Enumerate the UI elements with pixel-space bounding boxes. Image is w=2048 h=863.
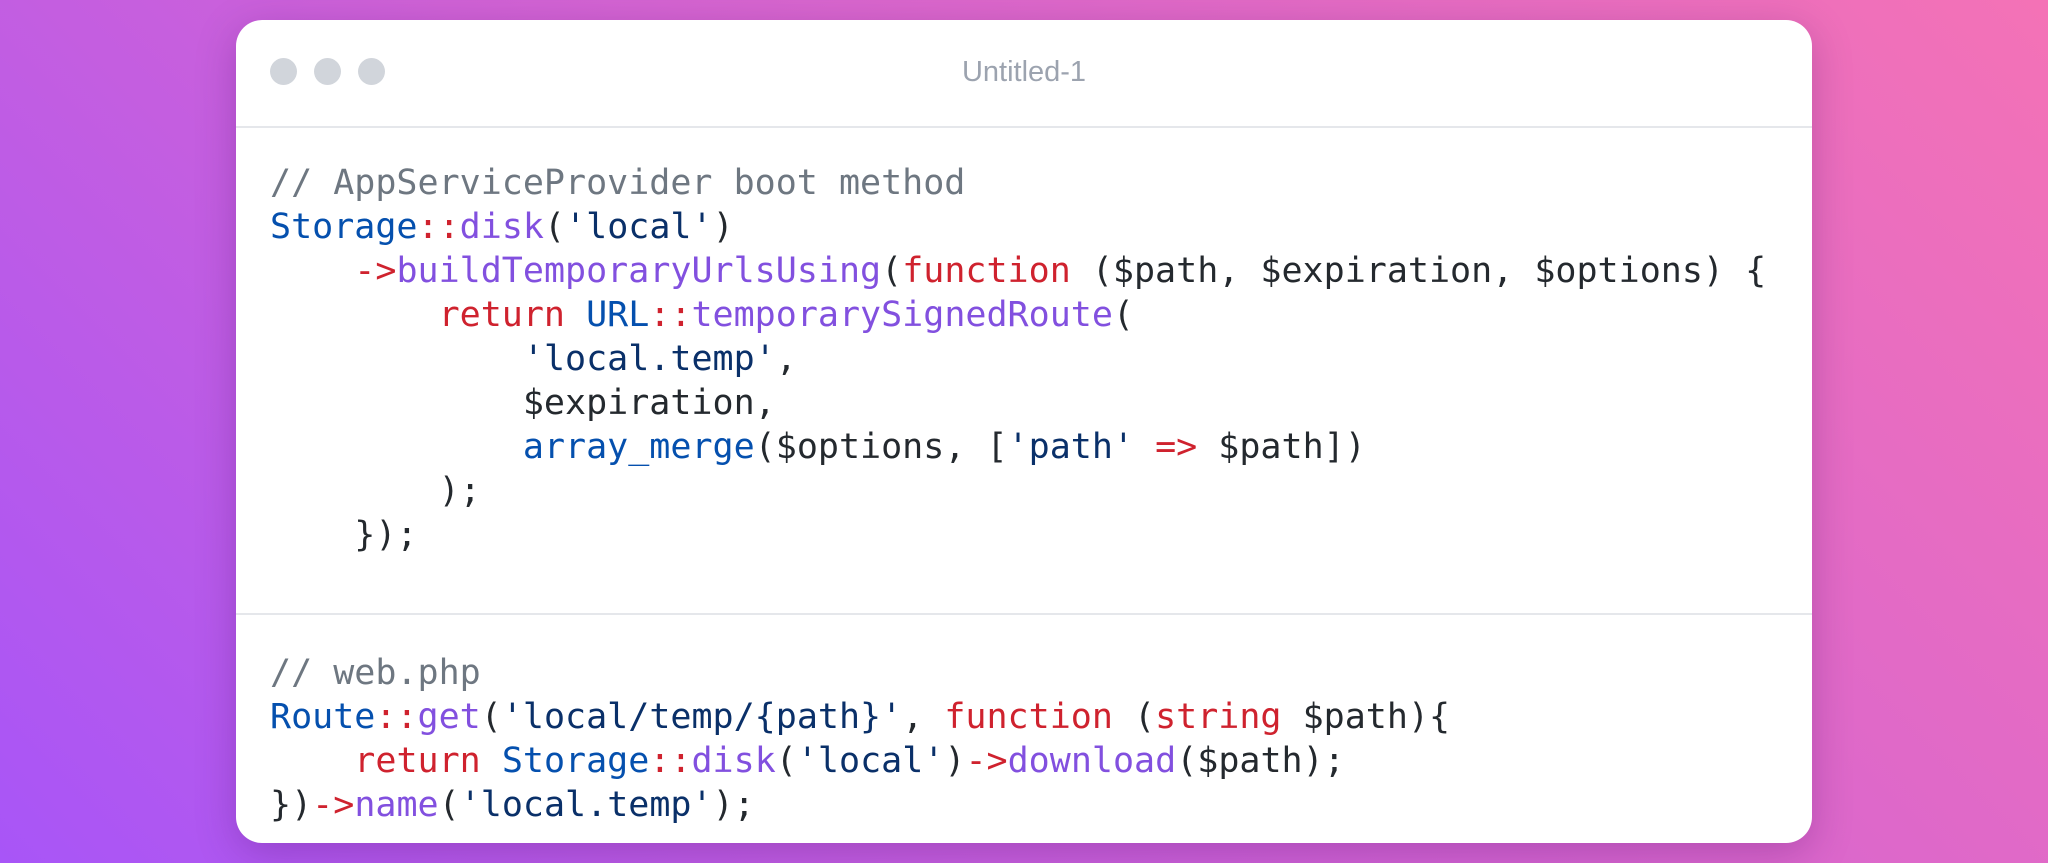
title-bar: Untitled-1	[236, 20, 1812, 128]
code-line: ->buildTemporaryUrlsUsing(function ($pat…	[270, 249, 1766, 293]
code-token: function	[902, 251, 1071, 291]
code-line: 'local.temp',	[270, 337, 1766, 381]
code-line: });	[270, 513, 1766, 557]
code-token: (	[543, 207, 566, 247]
code-token: 'local.temp'	[522, 339, 776, 379]
code-token: (	[1112, 697, 1156, 737]
code-token: get	[417, 697, 481, 737]
code-token: $path])	[1197, 427, 1366, 467]
code-token: download	[1007, 741, 1177, 781]
code-token: ::	[649, 741, 692, 781]
code-token: buildTemporaryUrlsUsing	[396, 251, 882, 291]
code-token: ->	[312, 785, 355, 825]
code-line: return URL::temporarySignedRoute(	[270, 293, 1766, 337]
code-line: Route::get('local/temp/{path}', function…	[270, 695, 1450, 739]
code-token: =>	[1155, 427, 1198, 467]
code-token: (	[881, 251, 903, 291]
code-token: 'local/temp/{path}'	[501, 697, 903, 737]
code-token: })	[270, 785, 313, 825]
code-token: return	[438, 295, 566, 335]
code-token: 'local.temp'	[459, 785, 713, 825]
code-token: return	[354, 741, 481, 781]
code-token: ($options, [	[754, 427, 1008, 467]
code-line: Storage::disk('local')	[270, 205, 1766, 249]
code-token: });	[270, 515, 418, 555]
code-token: ::	[375, 697, 418, 737]
code-line: array_merge($options, ['path' => $path])	[270, 425, 1766, 469]
code-token: 'path'	[1007, 427, 1134, 467]
code-token: ,	[775, 339, 797, 379]
window-title: Untitled-1	[961, 56, 1087, 88]
code-token: Storage	[270, 207, 418, 247]
code-token: (	[1112, 295, 1134, 335]
code-line: );	[270, 469, 1766, 513]
code-token: )	[944, 741, 966, 781]
code-token: $path){	[1281, 697, 1451, 737]
code-line: // AppServiceProvider boot method	[270, 161, 1766, 205]
code-line: return Storage::disk('local')->download(…	[270, 739, 1450, 783]
code-token: string	[1155, 697, 1282, 737]
code-token: ::	[417, 207, 460, 247]
code-token: Storage	[501, 741, 650, 781]
code-token: (	[775, 741, 797, 781]
code-token: );	[712, 785, 755, 825]
code-pane-app-service-provider: // AppServiceProvider boot method Storage…	[236, 128, 1812, 615]
code-token: URL	[586, 295, 650, 335]
code-token: disk	[459, 207, 544, 247]
code-line: })->name('local.temp');	[270, 783, 1450, 827]
code-token: )	[712, 207, 734, 247]
code-token: // AppServiceProvider boot method	[270, 163, 966, 203]
code-token: // web.php	[270, 653, 481, 693]
code-token: (	[438, 785, 460, 825]
code-block: // AppServiceProvider boot method Storage…	[270, 161, 1766, 557]
code-token: ::	[649, 295, 692, 335]
code-token: 'local'	[565, 207, 713, 247]
code-token: ->	[965, 741, 1008, 781]
code-token: disk	[691, 741, 776, 781]
code-token: name	[354, 785, 439, 825]
code-window: Untitled-1 // AppServiceProvider boot me…	[236, 20, 1812, 843]
code-token: 'local'	[796, 741, 945, 781]
code-token: );	[270, 471, 481, 511]
code-token: ($path, $expiration, $options) {	[1070, 251, 1767, 291]
code-token: ($path);	[1176, 741, 1345, 781]
code-token: function	[944, 697, 1113, 737]
code-token: Route	[270, 697, 376, 737]
code-token: ,	[902, 697, 945, 737]
code-token: array_merge	[522, 427, 755, 467]
code-token: $expiration,	[270, 383, 776, 423]
code-line: $expiration,	[270, 381, 1766, 425]
code-pane-web-php: // web.php Route::get('local/temp/{path}'…	[236, 615, 1812, 843]
code-block: // web.php Route::get('local/temp/{path}'…	[270, 651, 1450, 827]
code-line: // web.php	[270, 651, 1450, 695]
code-token: (	[480, 697, 502, 737]
code-token: temporarySignedRoute	[691, 295, 1113, 335]
code-token: ->	[354, 251, 397, 291]
